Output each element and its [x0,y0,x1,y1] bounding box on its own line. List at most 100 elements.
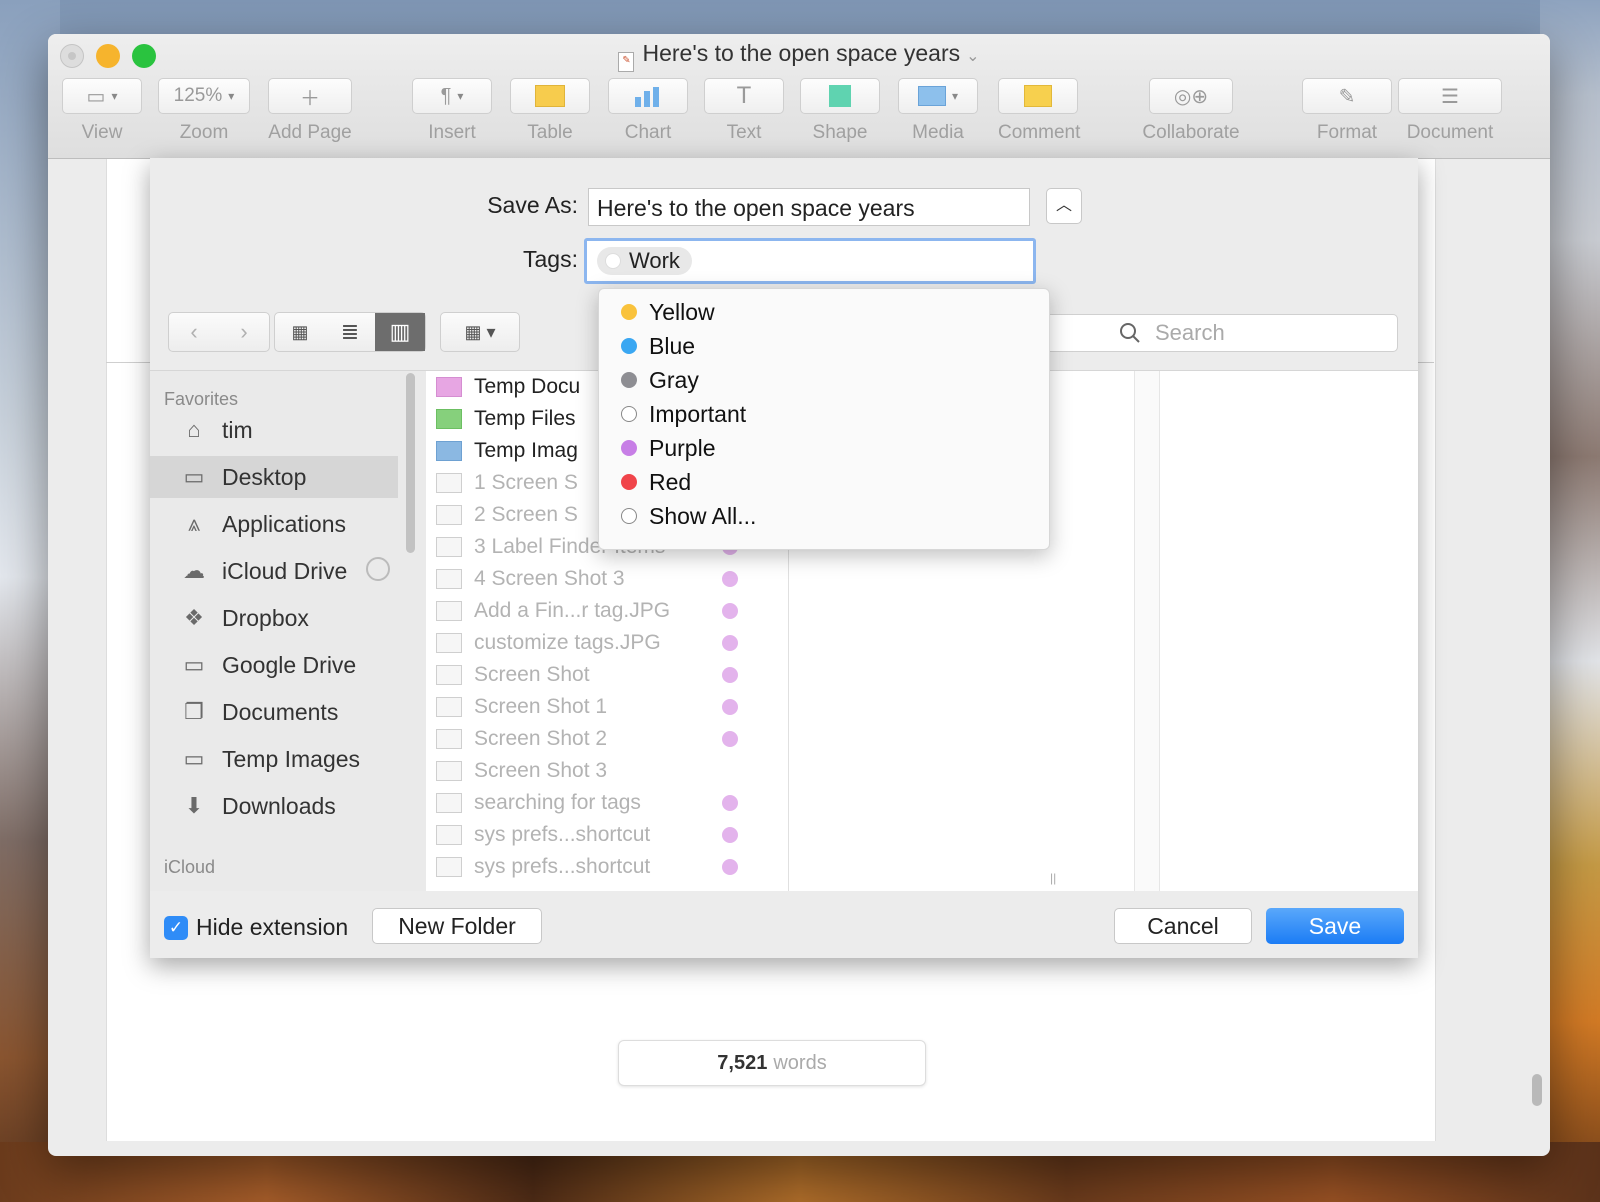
icon-view-button[interactable]: ▦ [275,313,325,351]
sidebar-scrollbar[interactable] [406,373,415,553]
image-file-icon [436,793,462,813]
forward-button[interactable]: › [219,313,269,351]
toolbar-insert[interactable]: ¶ ▾ Insert [412,78,492,144]
checkmark-icon: ✓ [168,918,184,937]
purple-tag-dot [722,827,738,843]
toolbar-text[interactable]: T Text [704,78,784,144]
list-item: Screen Shot 1 [436,691,607,723]
text-icon: T [704,78,784,114]
tag-option-gray[interactable]: Gray [621,363,699,397]
image-file-icon [436,761,462,781]
sidebar-item-dropbox[interactable]: ❖ Dropbox [150,597,398,639]
sidebar-item-tim[interactable]: ⌂ tim [150,409,398,451]
plus-icon: ＋ [268,78,352,114]
word-count-badge[interactable]: 7,521 words [618,1040,926,1086]
toolbar-media[interactable]: ▾ Media [898,78,978,144]
bar-chart-glyph [635,87,659,107]
document-scrollbar[interactable] [1532,1074,1542,1106]
save-as-field[interactable]: Here's to the open space years [588,188,1030,226]
red-tag-dot [621,474,637,490]
new-folder-button[interactable]: New Folder [372,908,542,944]
sidebar-item-temp-images[interactable]: ▭ Temp Images [150,738,398,780]
list-item[interactable]: Temp Docu [436,371,580,403]
column-view-button[interactable]: ▥ [375,313,425,351]
list-item[interactable]: Temp Files [436,403,576,435]
list-item: sys prefs...shortcut [436,851,650,883]
home-icon: ⌂ [187,417,201,442]
yellow-tag-dot [621,304,637,320]
list-view-button[interactable]: ≣ [325,313,375,351]
list-item: Screen Shot 3 [436,755,607,787]
toolbar-format[interactable]: ✎ Format [1302,78,1392,144]
sidebar-item-downloads[interactable]: ⬇ Downloads [150,785,398,827]
sidebar-item-applications[interactable]: ⩓ Applications [150,503,398,545]
purple-tag-dot [722,795,738,811]
sidebar-item-documents[interactable]: ❐ Documents [150,691,398,733]
tag-option-purple[interactable]: Purple [621,431,715,465]
document-icon: ☰ [1398,78,1502,114]
toolbar-table[interactable]: Table [510,78,590,144]
list-item: 2 Screen S [436,499,578,531]
expand-dialog-button[interactable]: ︿ [1046,188,1082,224]
toolbar-shape[interactable]: Shape [800,78,880,144]
titlebar: ✎ Here's to the open space years ⌄ ▭ ▾ View… [48,34,1550,159]
window-title[interactable]: ✎ Here's to the open space years ⌄ [48,40,1550,72]
view-mode-buttons: ▦ ≣ ▥ [274,312,426,352]
tag-token-work[interactable]: Work [597,247,692,275]
sidebar-item-icloud-drive[interactable]: ☁ iCloud Drive [150,550,398,592]
toolbar-zoom[interactable]: 125% ▾ Zoom [158,78,250,144]
columns-icon: ▥ [389,319,411,344]
toolbar-collaborate[interactable]: ◎⊕ Collaborate [1136,78,1246,144]
purple-tag-dot [722,603,738,619]
toolbar-view[interactable]: ▭ ▾ View [62,78,142,144]
pages-window: ✎ Here's to the open space years ⌄ ▭ ▾ View… [48,34,1550,1156]
list-item: customize tags.JPG [436,627,661,659]
preview-column-divider[interactable] [1134,371,1160,891]
show-all-tags-icon [621,508,637,524]
sidebar-item-google-drive[interactable]: ▭ Google Drive [150,644,398,686]
sync-progress-icon [366,557,390,581]
arrange-button[interactable]: ▦ ▾ [440,312,520,352]
list-item: sys prefs...shortcut [436,819,650,851]
toolbar-comment[interactable]: Comment [998,78,1080,144]
toolbar-add-page[interactable]: ＋ Add Page [268,78,352,144]
image-file-icon [436,633,462,653]
tag-option-yellow[interactable]: Yellow [621,295,715,329]
search-input[interactable]: Search [1030,314,1398,352]
sidebar-item-desktop[interactable]: ▭ Desktop [150,456,398,498]
tags-field[interactable]: Work [584,238,1036,284]
cancel-button[interactable]: Cancel [1114,908,1252,944]
folder-icon [436,441,462,461]
folder-icon [436,377,462,397]
list-item: Add a Fin...r tag.JPG [436,595,670,627]
purple-tag-dot [722,635,738,651]
tag-option-important[interactable]: Important [621,397,746,431]
image-file-icon [436,697,462,717]
toolbar-document[interactable]: ☰ Document [1398,78,1502,144]
hide-extension-label: Hide extension [196,914,349,940]
comment-icon [998,78,1078,114]
chevron-left-icon: ‹ [190,319,198,344]
gray-tag-dot [621,372,637,388]
purple-tag-dot [722,667,738,683]
tags-label: Tags: [523,246,578,272]
purple-tag-dot [722,731,738,747]
column-resize-handle[interactable]: || [1050,871,1056,885]
hide-extension-checkbox[interactable]: ✓ [164,916,188,940]
image-file-icon [436,569,462,589]
purple-tag-dot [722,699,738,715]
documents-icon: ❐ [184,699,204,724]
table-icon [510,78,590,114]
dropbox-icon: ❖ [184,605,204,630]
folder-icon: ▭ [183,652,205,677]
chevron-right-icon: › [240,319,248,344]
back-button[interactable]: ‹ [169,313,219,351]
toolbar-chart[interactable]: Chart [608,78,688,144]
save-button[interactable]: Save [1266,908,1404,944]
folder-icon [436,409,462,429]
tag-option-red[interactable]: Red [621,465,691,499]
tag-option-blue[interactable]: Blue [621,329,695,363]
image-file-icon [436,505,462,525]
list-item[interactable]: Temp Imag [436,435,578,467]
tag-option-show-all[interactable]: Show All... [621,499,756,533]
